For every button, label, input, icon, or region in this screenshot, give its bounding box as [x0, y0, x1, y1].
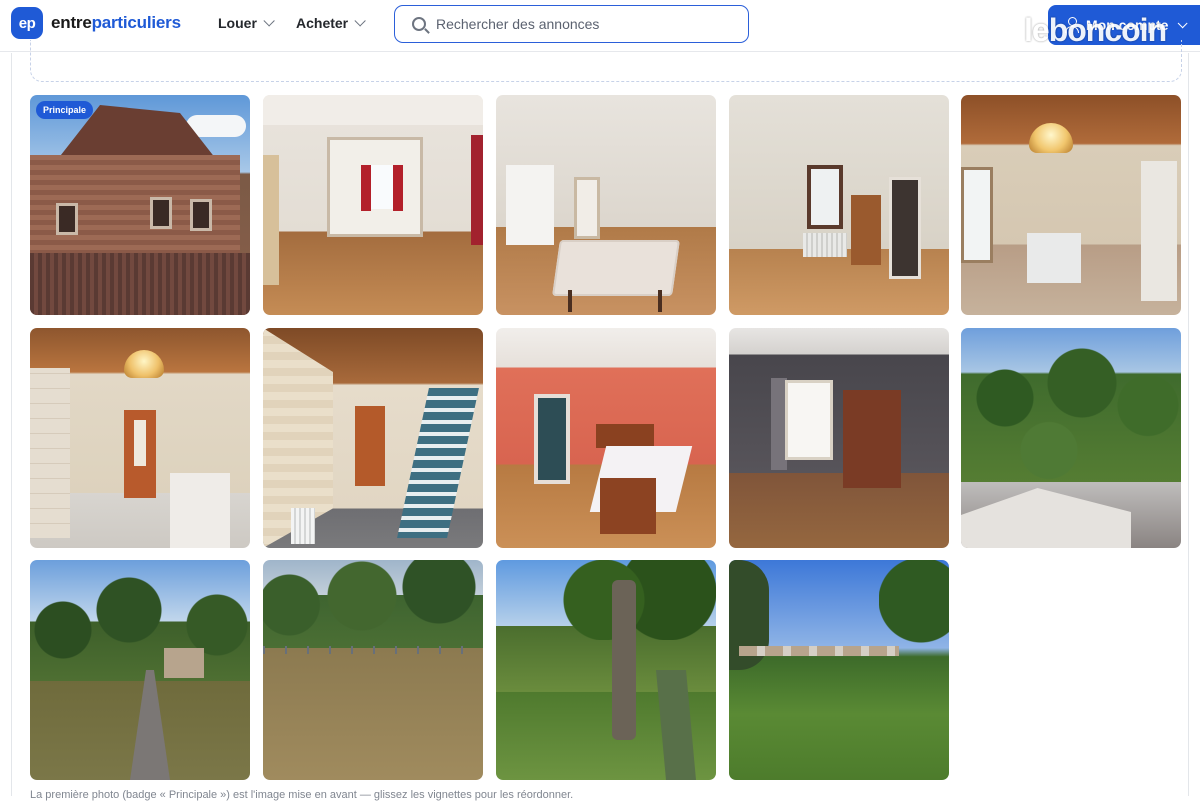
nav-acheter-label: Acheter [296, 15, 349, 31]
logo-text-part1: entre [51, 13, 92, 32]
photo-thumbnail-1[interactable]: Principale [30, 95, 250, 315]
photo-image [30, 560, 250, 780]
upload-dropzone[interactable] [30, 40, 1182, 82]
photo-thumbnail-7[interactable] [263, 328, 483, 548]
photo-image [263, 560, 483, 780]
photo-thumbnail-14[interactable] [729, 560, 949, 780]
photo-image [729, 560, 949, 780]
logo-text-part2: particuliers [91, 13, 181, 32]
photo-image [496, 560, 716, 780]
search-input[interactable] [436, 16, 726, 32]
photo-image [263, 328, 483, 548]
search-icon [412, 17, 426, 31]
chevron-down-icon [263, 15, 275, 27]
photo-image [30, 328, 250, 548]
user-icon [1065, 17, 1079, 33]
account-label: Mon compte [1086, 17, 1169, 33]
search-bar [394, 5, 749, 43]
photo-thumbnail-5[interactable] [961, 95, 1181, 315]
photo-thumbnail-6[interactable] [30, 328, 250, 548]
logo-text: entreparticuliers [51, 13, 181, 33]
photo-thumbnail-3[interactable] [496, 95, 716, 315]
chevron-down-icon [354, 15, 366, 27]
nav-acheter[interactable]: Acheter [296, 15, 366, 31]
photo-thumbnail-12[interactable] [263, 560, 483, 780]
photo-image [496, 95, 716, 315]
content-border-right [1188, 53, 1189, 796]
gallery-caption: La première photo (badge « Principale »)… [30, 789, 574, 801]
photo-thumbnail-2[interactable] [263, 95, 483, 315]
nav-louer-label: Louer [218, 15, 257, 31]
nav-louer[interactable]: Louer [218, 15, 275, 31]
account-button[interactable]: Mon compte [1048, 5, 1200, 45]
photo-image [729, 328, 949, 548]
photo-image [961, 328, 1181, 548]
photo-image [263, 95, 483, 315]
logo-badge: ep [11, 7, 43, 39]
main-photo-badge: Principale [36, 101, 94, 119]
chevron-down-icon [1178, 17, 1189, 28]
photo-image [496, 328, 716, 548]
photo-thumbnail-10[interactable] [961, 328, 1181, 548]
photo-thumbnail-13[interactable] [496, 560, 716, 780]
photo-thumbnail-9[interactable] [729, 328, 949, 548]
photo-thumbnail-11[interactable] [30, 560, 250, 780]
content-border-left [11, 53, 12, 796]
site-logo[interactable]: ep entreparticuliers [11, 7, 181, 39]
photo-image [30, 95, 250, 315]
photo-image [961, 95, 1181, 315]
photo-thumbnail-4[interactable] [729, 95, 949, 315]
photo-thumbnail-8[interactable] [496, 328, 716, 548]
photo-image [729, 95, 949, 315]
